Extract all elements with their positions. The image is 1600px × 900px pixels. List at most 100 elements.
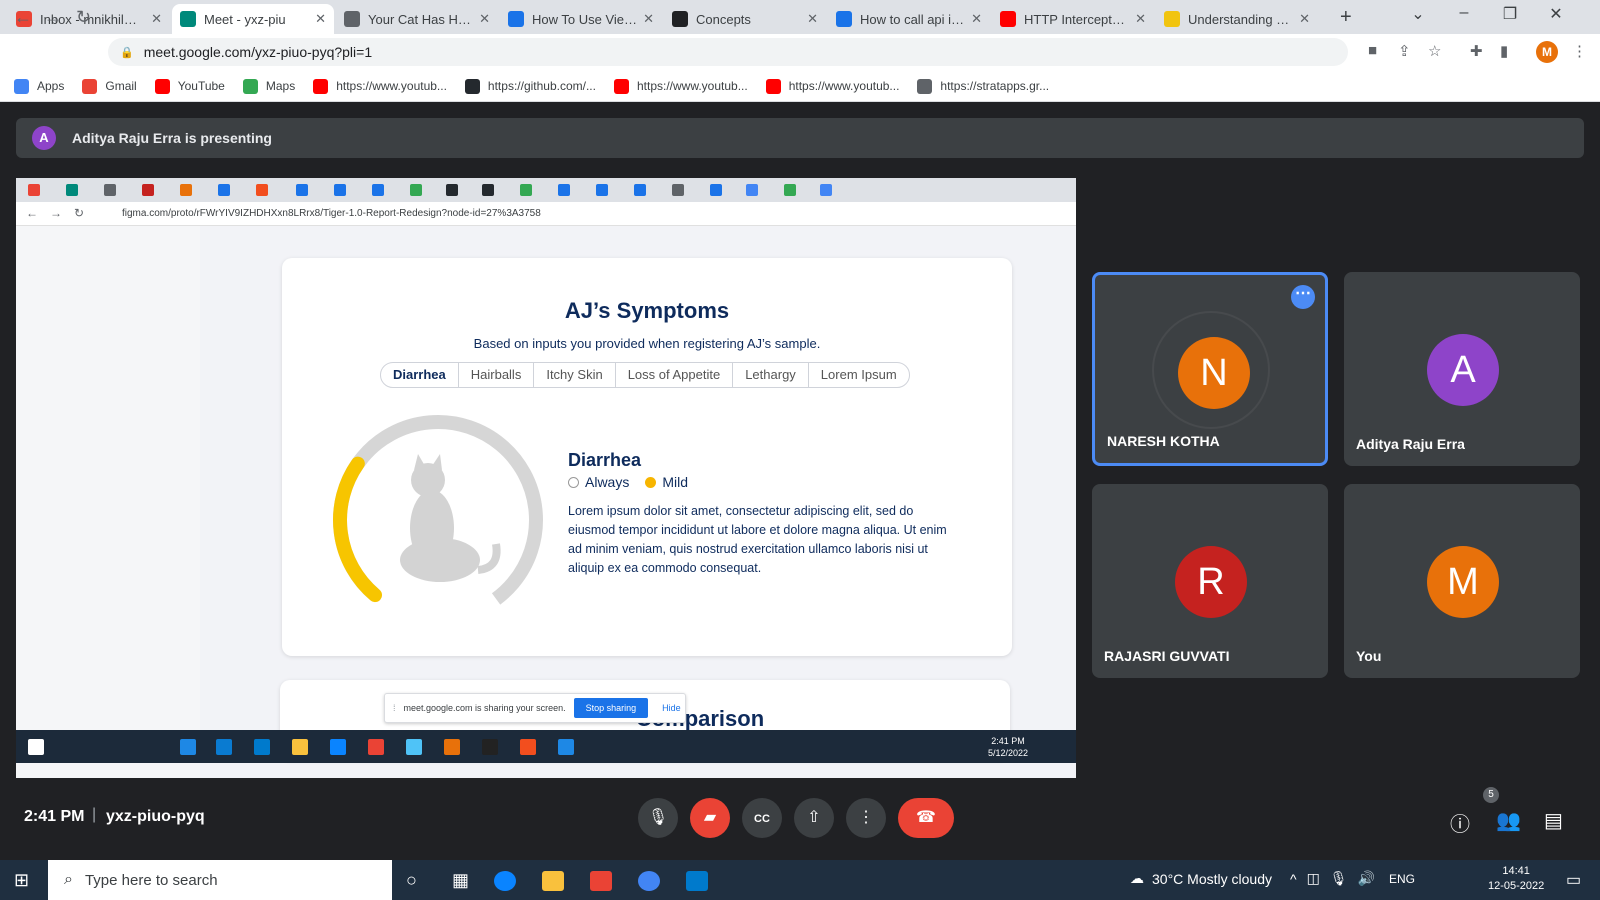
meet-icon <box>180 11 196 27</box>
presenting-text: Aditya Raju Erra is presenting <box>72 130 272 146</box>
close-tab-icon[interactable]: ✕ <box>807 11 818 27</box>
menu-kebab-icon[interactable]: ⋮ <box>1572 42 1587 60</box>
microphone-button[interactable]: 🎙 <box>638 798 678 838</box>
shared-reload-icon: ↻ <box>74 206 85 220</box>
bookmark-icon <box>242 78 258 94</box>
browser-tab[interactable]: How To Use ViewC ✕ <box>500 4 662 34</box>
bookmark-item[interactable]: Apps <box>14 78 64 94</box>
stop-sharing-button[interactable]: Stop sharing <box>573 698 649 718</box>
bookmark-star-icon[interactable]: ☆ <box>1428 42 1441 60</box>
participant-tile[interactable]: N NARESH KOTHA ⋯ <box>1092 272 1328 466</box>
search-placeholder: Type here to search <box>84 871 218 889</box>
new-tab-button[interactable]: + <box>1340 6 1352 29</box>
participant-tile[interactable]: R RAJASRI GUVVATI <box>1092 484 1328 678</box>
end-call-button[interactable]: ☎ <box>898 798 954 838</box>
tab-title: Concepts <box>696 11 751 27</box>
profile-avatar[interactable]: M <box>1536 41 1558 63</box>
edge-icon[interactable] <box>494 871 516 891</box>
symptom-tab[interactable]: Diarrhea <box>381 363 459 387</box>
more-options-button[interactable]: ⋮ <box>846 798 886 838</box>
browser-tab[interactable]: HTTP Interceptors ✕ <box>992 4 1154 34</box>
shared-clock-date: 5/12/2022 <box>988 748 1029 758</box>
task-view-icon[interactable]: ▦ <box>452 870 469 891</box>
shared-left-panel <box>16 226 200 778</box>
participant-name: Aditya Raju Erra <box>1356 436 1465 452</box>
bookmark-item[interactable]: https://www.youtub... <box>613 78 748 94</box>
browser-tab[interactable]: How to call api in a ✕ <box>828 4 990 34</box>
participant-name: NARESH KOTHA <box>1107 433 1220 449</box>
file-explorer-icon[interactable] <box>542 871 564 891</box>
shared-screen: ← → ↻ figma.com/proto/rFWrYIV9IZHDHXxn8L… <box>16 178 1076 778</box>
captions-button[interactable]: CC <box>742 798 782 838</box>
shared-tab-icon <box>672 184 684 196</box>
bookmark-item[interactable]: Gmail <box>82 78 137 94</box>
close-tab-icon[interactable]: ✕ <box>643 11 654 27</box>
close-window-icon[interactable]: ✕ <box>1536 4 1576 24</box>
restore-icon[interactable]: ❐ <box>1490 4 1530 24</box>
shared-back-icon: ← <box>26 206 38 220</box>
browser-tab[interactable]: Concepts ✕ <box>664 4 826 34</box>
bookmark-item[interactable]: https://www.youtub... <box>313 78 447 94</box>
windows-start-icon[interactable]: ⊞ <box>14 870 29 891</box>
browser-tab[interactable]: Understanding HT ✕ <box>1156 4 1318 34</box>
chrome-icon[interactable] <box>638 871 660 891</box>
camera-off-button[interactable]: ▰ <box>690 798 730 838</box>
meeting-details-icon[interactable]: ⓘ <box>1450 808 1470 837</box>
tab-search-icon[interactable]: ⌄ <box>1398 4 1438 24</box>
present-button[interactable]: ⇧ <box>794 798 834 838</box>
participant-tile[interactable]: A Aditya Raju Erra <box>1344 272 1580 466</box>
symptom-tab[interactable]: Itchy Skin <box>534 363 616 387</box>
symptom-tab[interactable]: Lorem Ipsum <box>809 363 909 387</box>
vscode-icon[interactable] <box>686 871 708 891</box>
lock-icon: 🔒 <box>120 46 134 59</box>
severity-dot-icon <box>645 476 657 488</box>
bookmark-item[interactable]: Maps <box>242 78 296 94</box>
share-icon[interactable]: ⇪ <box>1398 42 1411 60</box>
bookmark-item[interactable]: https://github.com/... <box>464 78 596 94</box>
cortana-icon[interactable]: ○ <box>406 870 417 891</box>
minimize-icon[interactable]: – <box>1444 4 1484 22</box>
close-tab-icon[interactable]: ✕ <box>479 11 490 27</box>
taskbar-clock[interactable]: 14:41 12-05-2022 <box>1488 864 1544 894</box>
symptom-tab[interactable]: Hairballs <box>459 363 535 387</box>
participant-tile[interactable]: M You <box>1344 484 1580 678</box>
bookmark-item[interactable]: YouTube <box>154 78 225 94</box>
close-tab-icon[interactable]: ✕ <box>1299 11 1310 27</box>
back-icon[interactable]: ← <box>14 7 32 28</box>
bookmark-item[interactable]: https://www.youtub... <box>765 78 899 94</box>
symptom-tab[interactable]: Lethargy <box>733 363 809 387</box>
angular-icon <box>672 11 688 27</box>
bookmark-label: Maps <box>265 79 296 93</box>
cat-silhouette-icon <box>400 454 501 582</box>
shared-tab-icon <box>334 184 346 196</box>
close-tab-icon[interactable]: ✕ <box>971 11 982 27</box>
close-tab-icon[interactable]: ✕ <box>151 11 162 27</box>
side-panel-icon[interactable]: ▮ <box>1500 42 1508 60</box>
people-icon[interactable]: 👥 <box>1496 808 1521 833</box>
close-tab-icon[interactable]: ✕ <box>1135 11 1146 27</box>
notifications-icon[interactable]: ▭ <box>1566 870 1581 890</box>
shared-app-icon <box>406 739 422 755</box>
camera-icon[interactable]: ■ <box>1368 42 1377 59</box>
shared-tab-icon <box>520 184 532 196</box>
symptom-tab[interactable]: Loss of Appetite <box>616 363 734 387</box>
language-indicator[interactable]: ENG <box>1389 872 1415 886</box>
git-icon[interactable] <box>590 871 612 891</box>
drag-handle-icon[interactable]: ⁞ <box>393 703 396 713</box>
extensions-icon[interactable]: ✚ <box>1470 42 1483 60</box>
bookmark-label: https://stratapps.gr... <box>940 79 1050 93</box>
forward-icon[interactable]: → <box>44 7 62 28</box>
hide-button[interactable]: Hide <box>662 703 681 713</box>
chat-icon[interactable]: ▤ <box>1544 808 1563 833</box>
browser-tab[interactable]: Your Cat Has Hairb ✕ <box>336 4 498 34</box>
tray-chevron-icon[interactable]: ^ <box>1290 871 1297 887</box>
browser-tab[interactable]: Meet - yxz-piu ✕ <box>172 4 334 34</box>
bookmark-item[interactable]: https://stratapps.gr... <box>917 78 1050 94</box>
taskbar-search[interactable]: ⌕ Type here to search <box>48 860 392 900</box>
reload-icon[interactable]: ↻ <box>76 7 91 28</box>
address-bar[interactable]: 🔒 meet.google.com/yxz-piuo-pyq?pli=1 <box>108 38 1348 66</box>
more-options-icon[interactable]: ⋯ <box>1291 285 1315 309</box>
tab-title: How To Use ViewC <box>532 11 638 27</box>
shared-tab-icon <box>410 184 422 196</box>
close-tab-icon[interactable]: ✕ <box>315 11 326 27</box>
